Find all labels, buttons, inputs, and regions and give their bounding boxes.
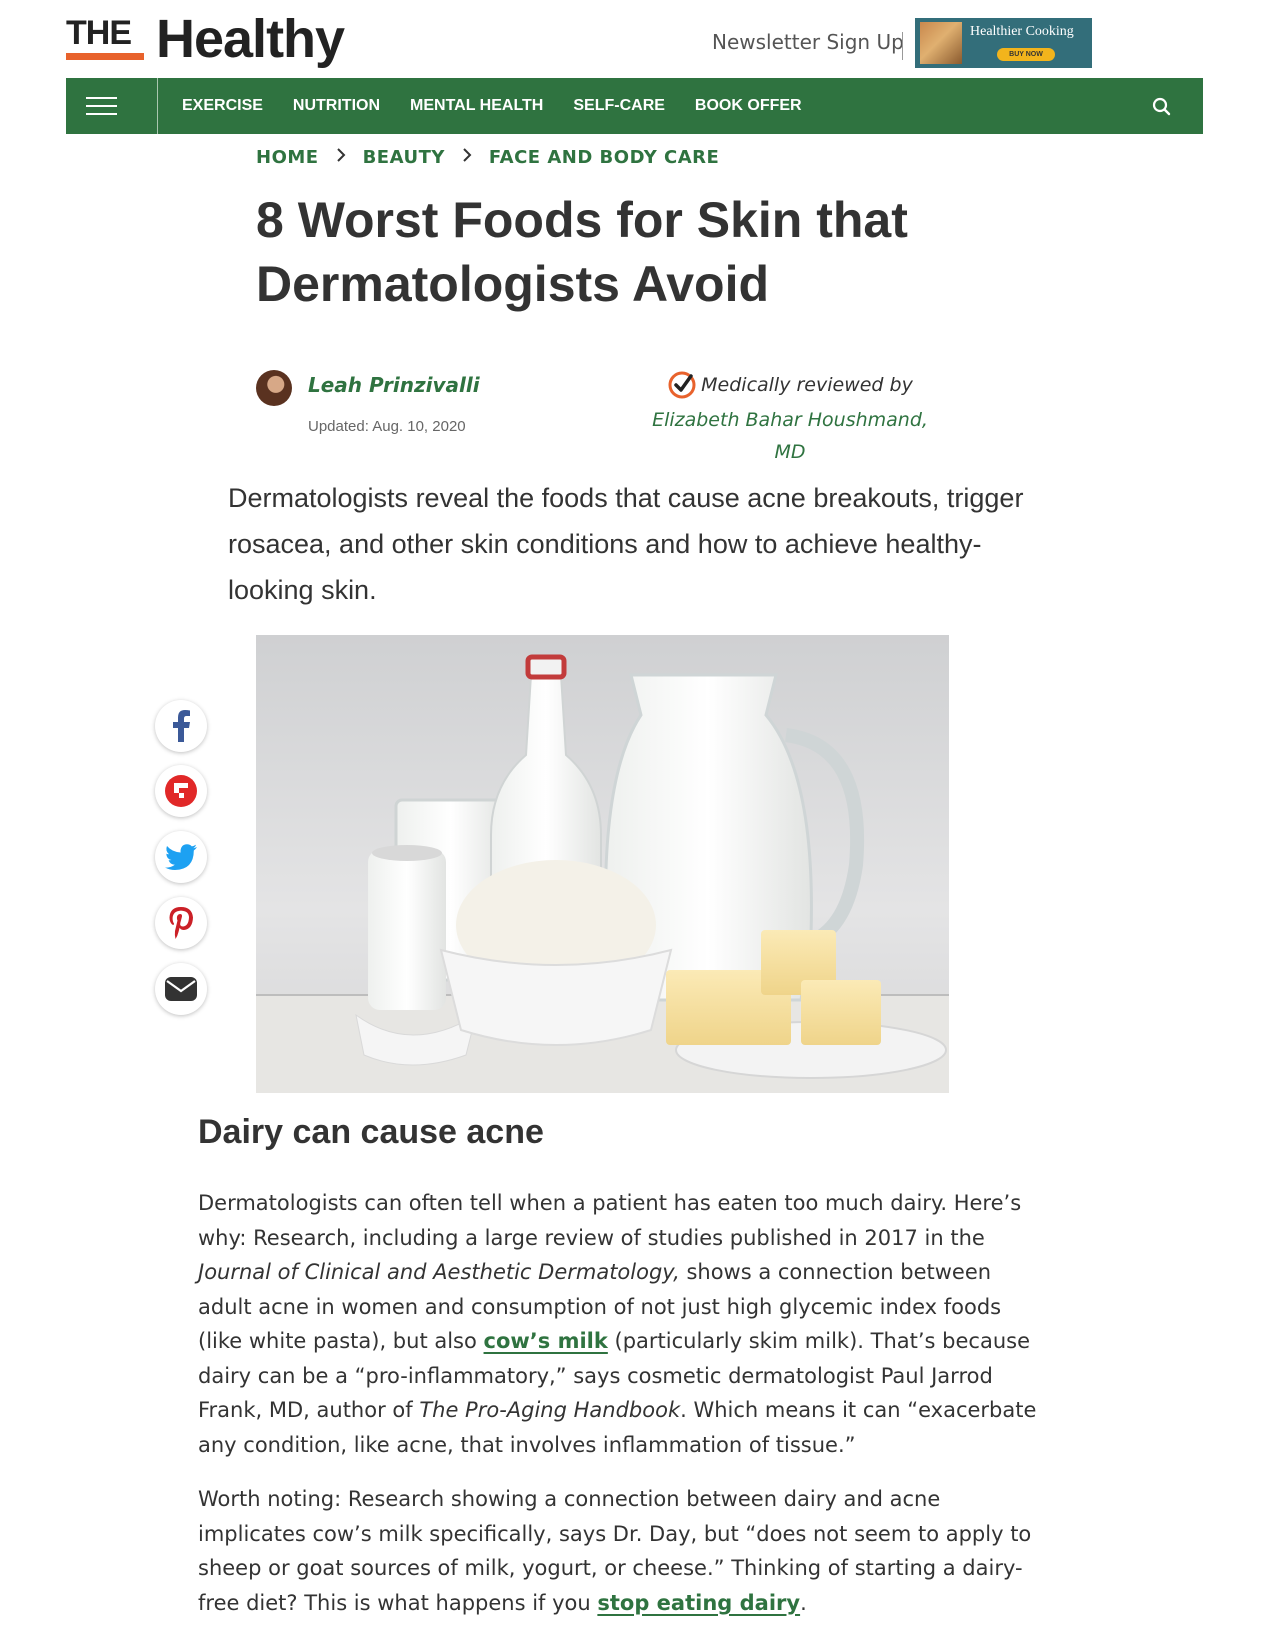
twitter-share-button[interactable] — [155, 831, 207, 883]
logo-healthy: Healthy — [156, 9, 345, 69]
flipboard-share-button[interactable] — [155, 765, 207, 817]
email-share-button[interactable] — [155, 963, 207, 1015]
pinterest-icon — [169, 907, 193, 939]
twitter-icon — [165, 844, 197, 870]
facebook-icon — [173, 710, 190, 742]
journal-title: Journal of Clinical and Aesthetic Dermat… — [198, 1260, 680, 1284]
ad-buy-button[interactable]: BUY NOW — [997, 48, 1055, 61]
logo-accent-bar — [66, 53, 144, 60]
ad-title: Healthier Cooking — [970, 24, 1074, 39]
nav-item-exercise[interactable]: EXERCISE — [182, 78, 263, 134]
section-heading: Dairy can cause acne — [198, 1113, 544, 1151]
search-icon[interactable] — [1151, 96, 1173, 118]
facebook-share-button[interactable] — [155, 700, 207, 752]
reviewer-name-link[interactable]: Elizabeth Bahar Houshmand, MD — [650, 404, 930, 468]
header-ad[interactable]: Healthier Cooking BUY NOW — [915, 18, 1092, 68]
nav-item-self-care[interactable]: SELF-CARE — [573, 78, 665, 134]
email-icon — [165, 977, 197, 1001]
hamburger-icon[interactable] — [66, 78, 158, 134]
chevron-right-icon — [319, 147, 363, 168]
flipboard-icon — [165, 775, 197, 807]
ad-book-thumbnail — [920, 22, 962, 64]
medical-review: Medically reviewed by Elizabeth Bahar Ho… — [650, 370, 930, 468]
nav-item-nutrition[interactable]: NUTRITION — [293, 78, 380, 134]
author-avatar[interactable] — [256, 370, 292, 406]
hero-image — [256, 635, 949, 1093]
updated-date: Updated: Aug. 10, 2020 — [308, 418, 466, 435]
chevron-right-icon — [445, 147, 489, 168]
cows-milk-link[interactable]: cow’s milk — [484, 1329, 608, 1353]
main-nav: EXERCISE NUTRITION MENTAL HEALTH SELF-CA… — [66, 78, 1203, 134]
author-name-link[interactable]: Leah Prinzivalli — [308, 373, 480, 397]
breadcrumb-home[interactable]: HOME — [256, 147, 319, 168]
breadcrumb: HOME BEAUTY FACE AND BODY CARE — [256, 147, 719, 168]
pinterest-share-button[interactable] — [155, 897, 207, 949]
logo-the: THE — [66, 14, 132, 52]
stop-eating-dairy-link[interactable]: stop eating dairy — [597, 1591, 800, 1615]
site-logo[interactable]: THE Healthy — [66, 9, 386, 74]
paragraph-text: . — [800, 1590, 807, 1615]
book-title: The Pro-Aging Handbook — [419, 1398, 681, 1422]
breadcrumb-beauty[interactable]: BEAUTY — [363, 147, 445, 168]
paragraph-text: Dermatologists can often tell when a pat… — [198, 1191, 1022, 1250]
nav-item-mental-health[interactable]: MENTAL HEALTH — [410, 78, 543, 134]
body-paragraph: Worth noting: Research showing a connect… — [198, 1482, 1048, 1620]
body-paragraph: Dermatologists can often tell when a pat… — [198, 1186, 1048, 1462]
check-badge-icon — [668, 371, 696, 399]
article-dek: Dermatologists reveal the foods that cau… — [228, 483, 1024, 605]
page-title: 8 Worst Foods for Skin that Dermatologis… — [256, 192, 908, 312]
header-divider — [902, 32, 903, 60]
nav-item-book-offer[interactable]: BOOK OFFER — [695, 78, 802, 134]
reviewed-label: Medically reviewed by — [701, 374, 913, 396]
newsletter-signup-link[interactable]: Newsletter Sign Up — [712, 30, 904, 54]
breadcrumb-face-and-body-care[interactable]: FACE AND BODY CARE — [489, 147, 719, 168]
